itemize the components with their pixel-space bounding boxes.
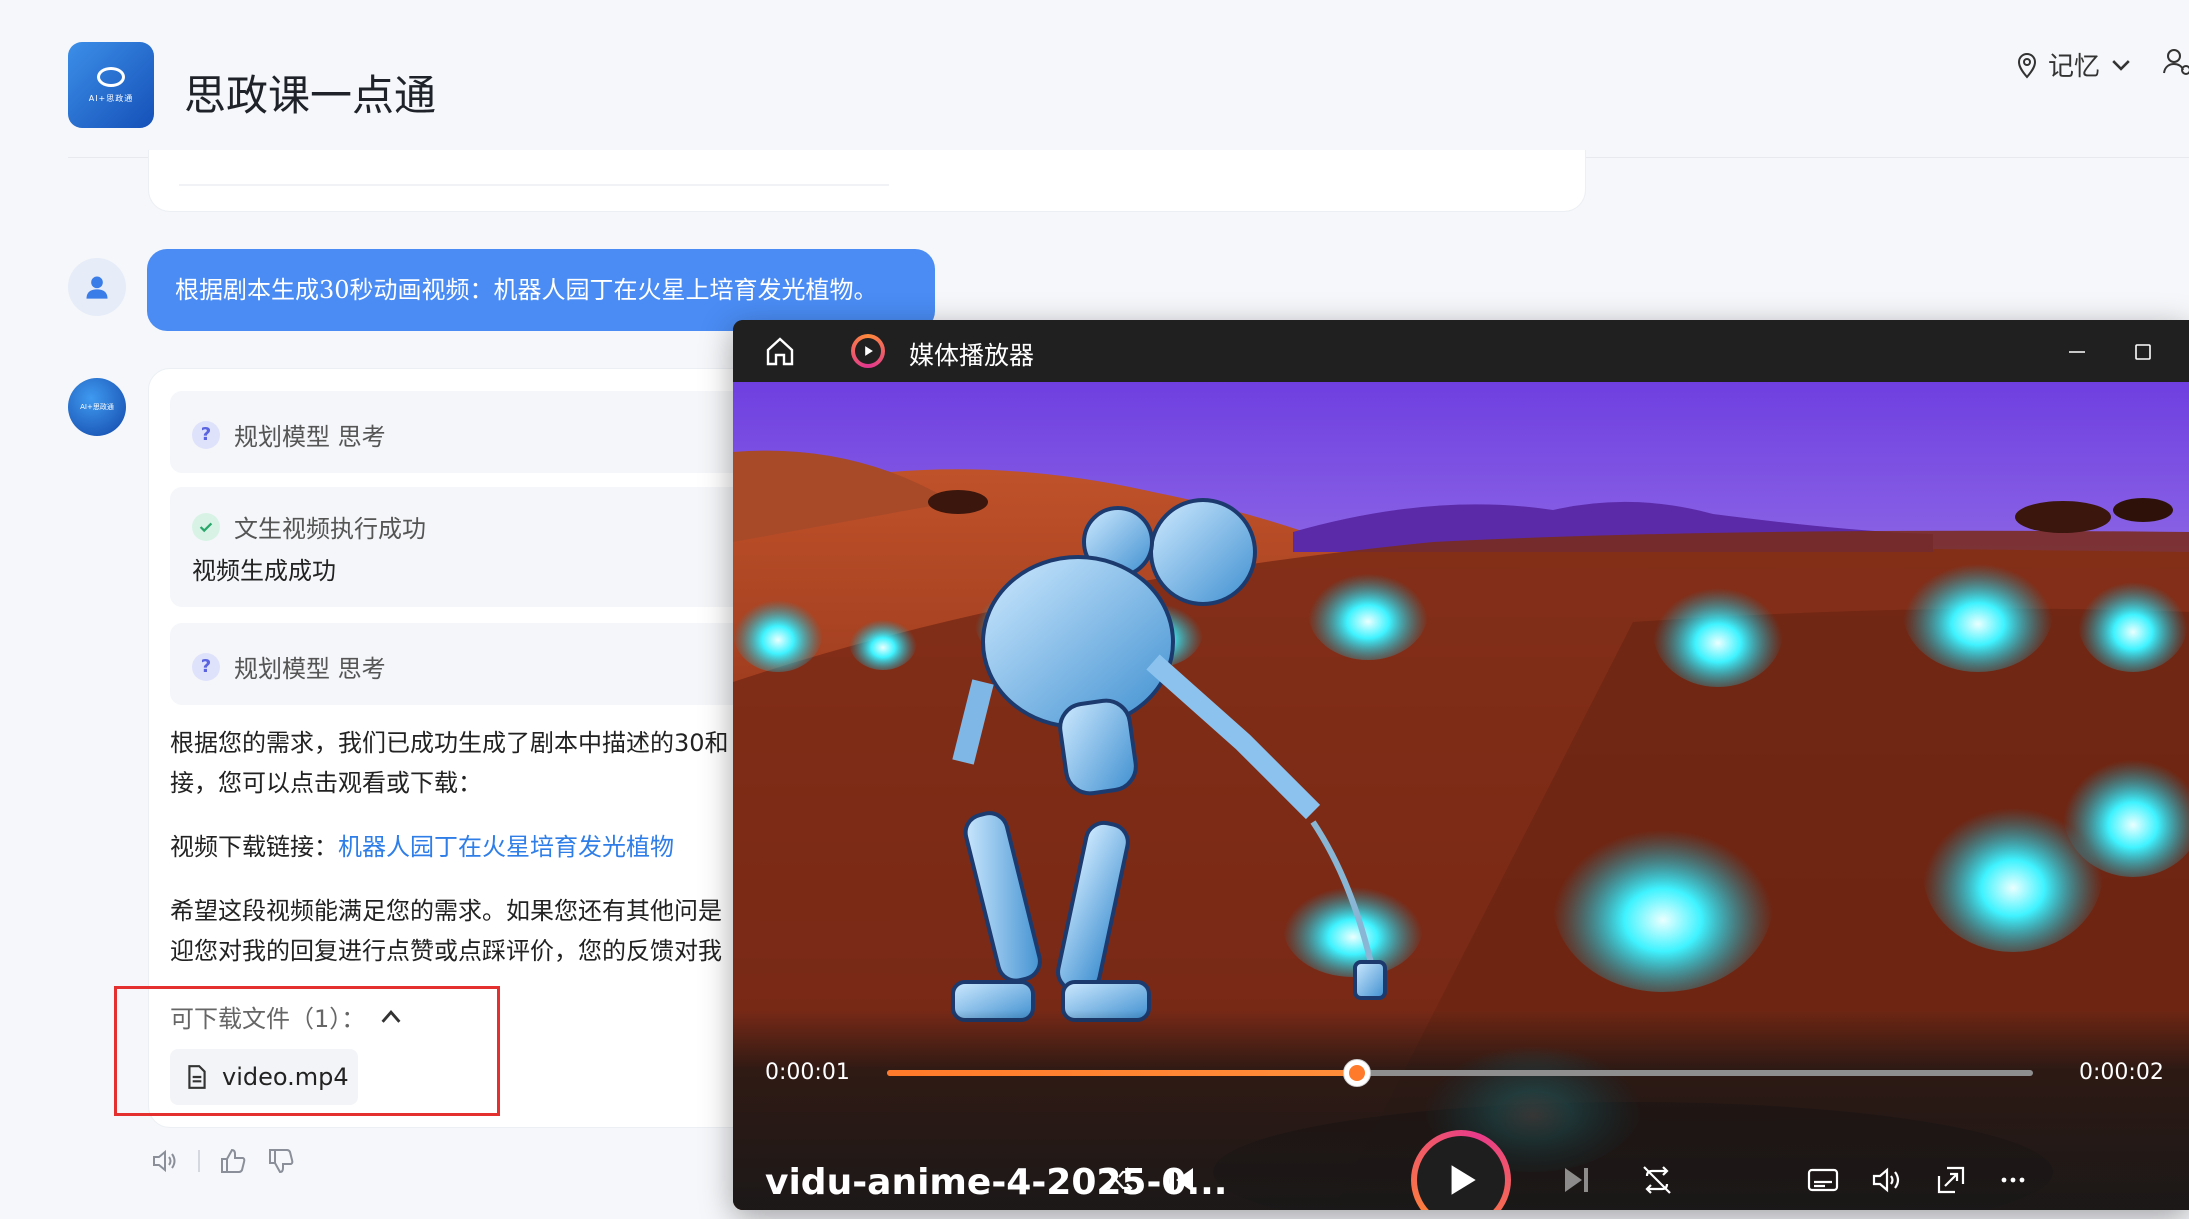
download-line: 视频下载链接：机器人园丁在火星培育发光植物 (170, 827, 674, 867)
question-icon: ? (192, 652, 220, 681)
repeat-off-icon (1643, 1166, 1671, 1194)
total-time: 0:00:02 (2079, 1060, 2164, 1085)
reply-line-3: 希望这段视频能满足您的需求。如果您还有其他问是 (170, 897, 722, 925)
app-logo: AI+思政通 (68, 42, 154, 128)
repeat-off-button[interactable] (1633, 1156, 1681, 1204)
assistant-avatar-text: AI+思政通 (80, 403, 114, 411)
action-separator (198, 1150, 200, 1172)
player-titlebar[interactable]: 媒体播放器 (733, 320, 2189, 382)
mini-player-icon (1937, 1166, 1965, 1194)
app-title: 思政课一点通 (184, 71, 437, 120)
maximize-button[interactable] (2123, 332, 2163, 372)
media-player-window[interactable]: 媒体播放器 0:00:01 0:00:02 vidu-anime-4-2025-… (733, 320, 2189, 1210)
minimize-button[interactable] (2057, 332, 2097, 372)
logo-text: AI+思政通 (88, 93, 134, 103)
subtitles-icon (1807, 1168, 1839, 1192)
subtitles-button[interactable] (1799, 1156, 1847, 1204)
current-time: 0:00:01 (765, 1060, 850, 1085)
thumbs-up-icon[interactable] (218, 1146, 248, 1176)
user-settings-icon[interactable] (2162, 46, 2189, 76)
question-icon: ? (192, 420, 220, 449)
previous-icon (1170, 1168, 1193, 1192)
next-icon (1565, 1168, 1588, 1192)
user-icon (86, 276, 108, 299)
seek-bar-progress (887, 1070, 1357, 1076)
player-window-title: 媒体播放器 (909, 341, 1035, 370)
reply-line-2: 接，您可以点击观看或下载： (170, 769, 482, 797)
seek-bar[interactable] (887, 1059, 2033, 1087)
reply-line-1: 根据您的需求，我们已成功生成了剧本中描述的30和 (170, 729, 729, 757)
robot-logo-icon (97, 66, 125, 87)
highlight-box (114, 986, 500, 1116)
previous-message-card (148, 150, 1586, 212)
home-icon[interactable] (763, 334, 797, 368)
volume-icon (1872, 1167, 1900, 1193)
previous-message-divider (179, 184, 889, 186)
memory-pin-icon (2017, 52, 2037, 79)
message-actions (150, 1146, 296, 1176)
step-video-success[interactable]: 文生视频执行成功 视频生成成功 (170, 487, 830, 607)
user-avatar (68, 258, 126, 316)
video-frame[interactable]: 0:00:01 0:00:02 vidu-anime-4-2025-0... (733, 382, 2189, 1210)
seek-bar-thumb[interactable] (1342, 1059, 1371, 1087)
speaker-icon[interactable] (150, 1146, 180, 1176)
memory-label: 记忆 (2048, 52, 2101, 82)
video-download-link[interactable]: 机器人园丁在火星培育发光植物 (338, 833, 674, 861)
step-label: 文生视频执行成功 (234, 515, 426, 543)
step-label: 规划模型 思考 (234, 655, 386, 683)
mini-player-button[interactable] (1927, 1156, 1975, 1204)
play-icon (1451, 1165, 1476, 1195)
more-options-button[interactable] (1989, 1156, 2037, 1204)
previous-button[interactable] (1157, 1156, 1205, 1204)
step-planning-1[interactable]: ? 规划模型 思考 (170, 391, 830, 473)
thumbs-down-icon[interactable] (266, 1146, 296, 1176)
minimize-icon (2069, 351, 2085, 353)
more-icon (2001, 1177, 2025, 1183)
shuffle-button[interactable] (1093, 1156, 1141, 1204)
check-circle-icon (192, 512, 220, 541)
media-player-app-icon (851, 334, 885, 368)
step-detail: 视频生成成功 (192, 557, 336, 585)
assistant-avatar: AI+思政通 (68, 378, 126, 436)
step-label: 规划模型 思考 (234, 423, 386, 451)
maximize-icon (2135, 344, 2151, 360)
shuffle-icon (1103, 1167, 1133, 1193)
user-message-bubble: 根据剧本生成30秒动画视频：机器人园丁在火星上培育发光植物。 (147, 249, 935, 331)
download-prefix: 视频下载链接： (170, 833, 338, 861)
memory-dropdown[interactable]: 记忆 (2014, 46, 2134, 83)
chevron-down-icon (2112, 59, 2130, 71)
next-button[interactable] (1553, 1156, 1601, 1204)
step-planning-2[interactable]: ? 规划模型 思考 (170, 623, 830, 705)
reply-line-4: 迎您对我的回复进行点赞或点踩评价，您的反馈对我 (170, 937, 722, 965)
volume-button[interactable] (1863, 1156, 1911, 1204)
